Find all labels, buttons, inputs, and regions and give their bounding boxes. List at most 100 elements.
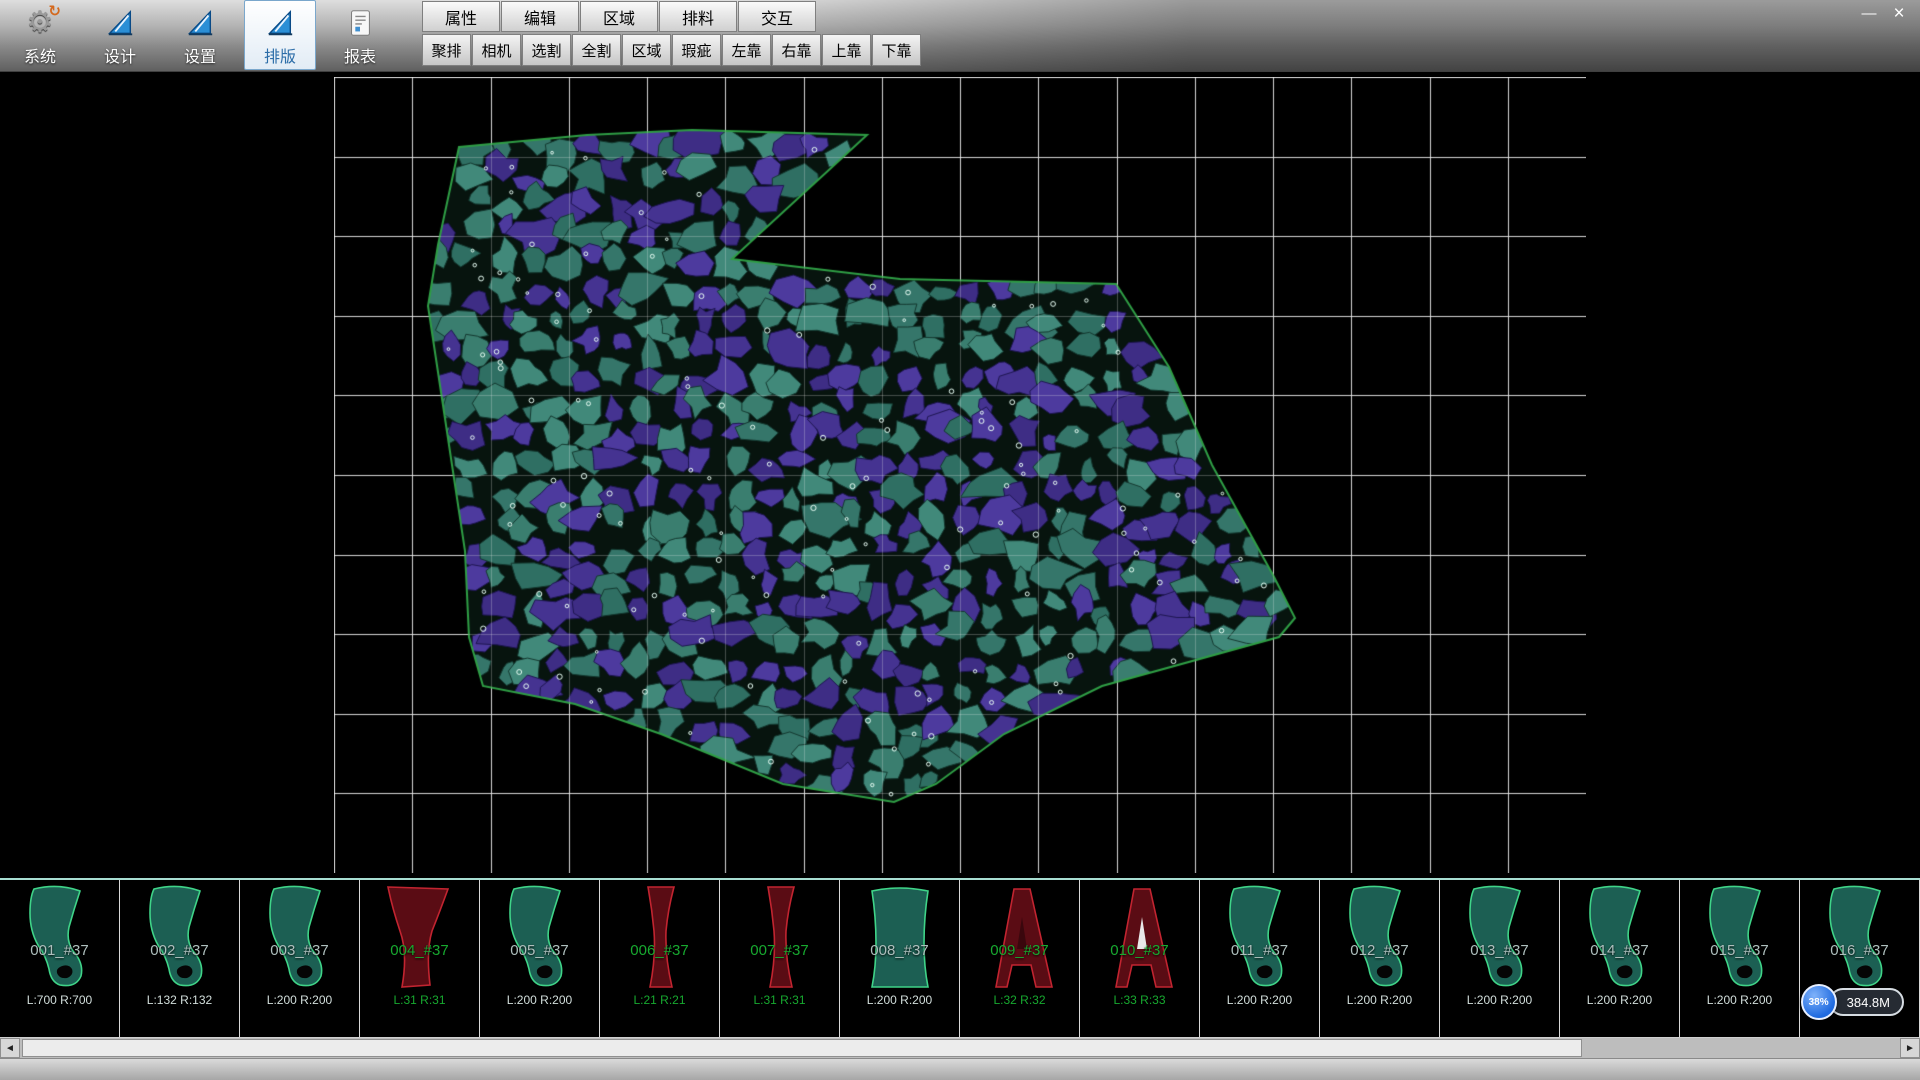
piece-thumbnail[interactable]: 002_#37 L:132 R:132 bbox=[120, 880, 240, 1037]
menu-tab[interactable]: 编辑 bbox=[501, 1, 579, 32]
piece-shape bbox=[850, 882, 950, 994]
piece-name: 014_#37 bbox=[1560, 942, 1679, 959]
piece-name: 002_#37 bbox=[120, 942, 239, 959]
piece-shape bbox=[370, 882, 470, 994]
piece-shape bbox=[10, 882, 110, 994]
tool-button[interactable]: 右靠 bbox=[772, 34, 821, 66]
piece-shape bbox=[610, 882, 710, 994]
piece-name: 012_#37 bbox=[1320, 942, 1439, 959]
menu-tab[interactable]: 交互 bbox=[738, 1, 816, 32]
tool-button[interactable]: 左靠 bbox=[722, 34, 771, 66]
horizontal-scrollbar[interactable]: ◄ ► bbox=[0, 1038, 1920, 1058]
piece-name: 009_#37 bbox=[960, 942, 1079, 959]
piece-name: 010_#37 bbox=[1080, 942, 1199, 959]
piece-name: 008_#37 bbox=[840, 942, 959, 959]
piece-shape bbox=[970, 882, 1070, 994]
app-window: ⚙↻ 系统 设计 设置 排版 报表 属性编辑区域排料交互 聚排相机选割全割区域瑕… bbox=[0, 0, 1920, 1080]
piece-name: 015_#37 bbox=[1680, 942, 1799, 959]
piece-lr-label: L:31 R:31 bbox=[720, 993, 839, 1007]
piece-lr-label: L:200 R:200 bbox=[1680, 993, 1799, 1007]
toolbar-app-system[interactable]: ⚙↻ 系统 bbox=[4, 0, 76, 70]
toolbar-app-settings[interactable]: 设置 bbox=[164, 0, 236, 70]
piece-lr-label: L:200 R:200 bbox=[480, 993, 599, 1007]
piece-name: 005_#37 bbox=[480, 942, 599, 959]
piece-thumbnail[interactable]: 011_#37 L:200 R:200 bbox=[1200, 880, 1320, 1037]
piece-name: 016_#37 bbox=[1800, 942, 1919, 959]
memory-badge: 384.8M bbox=[1829, 988, 1904, 1016]
tool-button[interactable]: 上靠 bbox=[822, 34, 871, 66]
piece-lr-label: L:32 R:32 bbox=[960, 993, 1079, 1007]
tool-button[interactable]: 选割 bbox=[522, 34, 571, 66]
app-label: 报表 bbox=[344, 43, 376, 67]
piece-lr-label: L:200 R:200 bbox=[1440, 993, 1559, 1007]
report-icon bbox=[343, 5, 377, 41]
nesting-canvas[interactable] bbox=[334, 77, 1586, 873]
menu-tab[interactable]: 属性 bbox=[422, 1, 500, 32]
tool-button-row: 聚排相机选割全割区域瑕疵左靠右靠上靠下靠 bbox=[422, 34, 922, 66]
piece-thumbnail[interactable]: 014_#37 L:200 R:200 bbox=[1560, 880, 1680, 1037]
app-label: 设计 bbox=[104, 43, 136, 67]
piece-shape bbox=[130, 882, 230, 994]
piece-name: 006_#37 bbox=[600, 942, 719, 959]
toolbar-app-nesting[interactable]: 排版 bbox=[244, 0, 316, 70]
scroll-right-arrow[interactable]: ► bbox=[1900, 1038, 1920, 1058]
app-label: 系统 bbox=[24, 43, 56, 67]
app-label: 排版 bbox=[264, 43, 296, 67]
piece-thumbnail[interactable]: 012_#37 L:200 R:200 bbox=[1320, 880, 1440, 1037]
piece-lr-label: L:200 R:200 bbox=[1560, 993, 1679, 1007]
progress-value: 38% bbox=[1809, 997, 1829, 1008]
pieces-panel: 001_#37 L:700 R:700 002_#37 L:132 R:132 … bbox=[0, 878, 1920, 1038]
piece-lr-label: L:200 R:200 bbox=[1320, 993, 1439, 1007]
close-button[interactable]: × bbox=[1884, 3, 1914, 25]
main-toolbar: ⚙↻ 系统 设计 设置 排版 报表 bbox=[4, 0, 404, 72]
piece-thumbnail[interactable]: 007_#37 L:31 R:31 bbox=[720, 880, 840, 1037]
piece-lr-label: L:200 R:200 bbox=[1200, 993, 1319, 1007]
piece-lr-label: L:33 R:33 bbox=[1080, 993, 1199, 1007]
piece-thumbnail[interactable]: 015_#37 L:200 R:200 bbox=[1680, 880, 1800, 1037]
tool-button[interactable]: 相机 bbox=[472, 34, 521, 66]
piece-thumbnail[interactable]: 004_#37 L:31 R:31 bbox=[360, 880, 480, 1037]
tool-button[interactable]: 瑕疵 bbox=[672, 34, 721, 66]
piece-shape bbox=[1330, 882, 1430, 994]
piece-thumbnail[interactable]: 010_#37 L:33 R:33 bbox=[1080, 880, 1200, 1037]
progress-badge: 38% bbox=[1801, 984, 1837, 1020]
piece-shape bbox=[490, 882, 590, 994]
menu-tab[interactable]: 排料 bbox=[659, 1, 737, 32]
piece-lr-label: L:132 R:132 bbox=[120, 993, 239, 1007]
piece-thumbnail[interactable]: 005_#37 L:200 R:200 bbox=[480, 880, 600, 1037]
piece-lr-label: L:200 R:200 bbox=[840, 993, 959, 1007]
piece-name: 013_#37 bbox=[1440, 942, 1559, 959]
piece-shape bbox=[1810, 882, 1910, 994]
gear-icon: ⚙↻ bbox=[23, 5, 57, 41]
piece-name: 011_#37 bbox=[1200, 942, 1319, 959]
tool-button[interactable]: 聚排 bbox=[422, 34, 471, 66]
piece-shape bbox=[1690, 882, 1790, 994]
piece-thumbnail[interactable]: 001_#37 L:700 R:700 bbox=[0, 880, 120, 1037]
header-toolbar: ⚙↻ 系统 设计 设置 排版 报表 属性编辑区域排料交互 聚排相机选割全割区域瑕… bbox=[0, 0, 1920, 72]
scroll-left-arrow[interactable]: ◄ bbox=[0, 1038, 20, 1058]
status-badges: 38% 384.8M bbox=[1801, 984, 1904, 1020]
piece-thumbnail[interactable]: 006_#37 L:21 R:21 bbox=[600, 880, 720, 1037]
piece-shape bbox=[730, 882, 830, 994]
piece-shape bbox=[250, 882, 350, 994]
piece-lr-label: L:31 R:31 bbox=[360, 993, 479, 1007]
tool-button[interactable]: 区域 bbox=[622, 34, 671, 66]
minimize-button[interactable]: — bbox=[1854, 3, 1884, 25]
piece-lr-label: L:700 R:700 bbox=[0, 993, 119, 1007]
toolbar-app-report[interactable]: 报表 bbox=[324, 0, 396, 70]
piece-name: 001_#37 bbox=[0, 942, 119, 959]
piece-thumbnail[interactable]: 008_#37 L:200 R:200 bbox=[840, 880, 960, 1037]
tool-button[interactable]: 下靠 bbox=[872, 34, 921, 66]
tool-button[interactable]: 全割 bbox=[572, 34, 621, 66]
toolbar-app-design[interactable]: 设计 bbox=[84, 0, 156, 70]
piece-name: 003_#37 bbox=[240, 942, 359, 959]
menu-tab[interactable]: 区域 bbox=[580, 1, 658, 32]
sail-icon bbox=[103, 5, 137, 41]
piece-thumbnail[interactable]: 009_#37 L:32 R:32 bbox=[960, 880, 1080, 1037]
piece-shape bbox=[1090, 882, 1190, 994]
status-bar bbox=[0, 1058, 1920, 1080]
scrollbar-thumb[interactable] bbox=[22, 1039, 1582, 1057]
workspace bbox=[0, 72, 1920, 878]
piece-thumbnail[interactable]: 003_#37 L:200 R:200 bbox=[240, 880, 360, 1037]
piece-thumbnail[interactable]: 013_#37 L:200 R:200 bbox=[1440, 880, 1560, 1037]
